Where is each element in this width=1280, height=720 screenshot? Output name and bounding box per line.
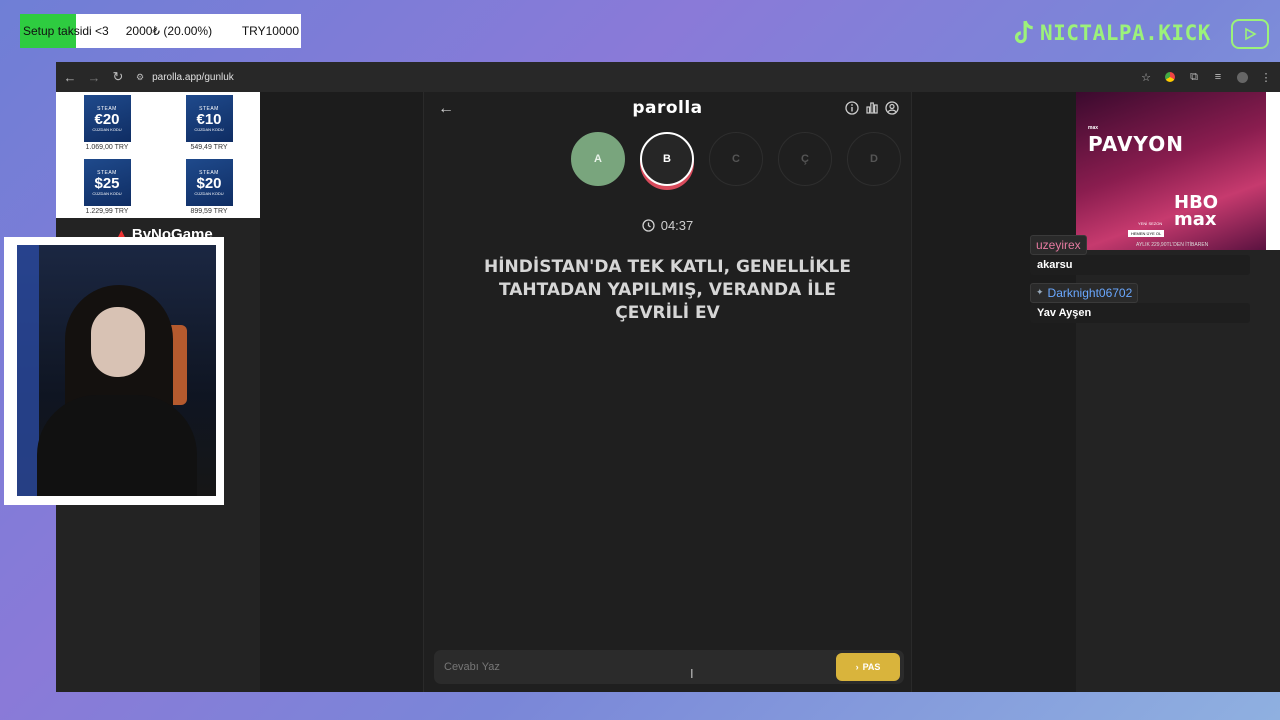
forward-icon[interactable]: → <box>82 65 106 89</box>
donation-label: Setup taksidi <3 <box>23 24 109 38</box>
letter-progress: A B C Ç D <box>571 132 901 186</box>
right-ad-column: max PAVYON YENİ SEZON HEMEN ÜYE OL HBO m… <box>1076 92 1280 692</box>
chat-text: Yav Ayşen <box>1030 302 1250 323</box>
brand-name: NICTALPA.KICK <box>1040 21 1211 45</box>
card-price: 1.229,99 TRY <box>85 208 129 215</box>
card-value: $25 <box>94 174 120 192</box>
card-caption: CÜZDAN KODU <box>194 126 224 132</box>
promo-tag: max <box>1088 125 1099 131</box>
card-caption: CÜZDAN KODU <box>194 190 224 196</box>
streamer-face <box>91 307 145 377</box>
promo-title: PAVYON <box>1088 132 1184 156</box>
chat-text: akarsu <box>1030 255 1250 275</box>
donation-goal-bar: Setup taksidi <3 2000₺ (20.00%) TRY10000 <box>20 14 301 48</box>
browser-toolbar: ← → ↻ ⚙ parolla.app/gunluk ☆ ⧉ ≡ ⋮ <box>56 62 1280 92</box>
steam-card-2[interactable]: STEAM €10 CÜZDAN KODU 549,49 TRY <box>158 92 260 154</box>
hbo-max-promo[interactable]: max PAVYON YENİ SEZON HEMEN ÜYE OL HBO m… <box>1076 92 1266 250</box>
game-title: parolla <box>632 98 703 118</box>
card-caption: CÜZDAN KODU <box>92 126 122 132</box>
stream-brand: NICTALPA.KICK <box>1010 18 1211 48</box>
donation-goal: TRY10000 <box>241 24 299 38</box>
chat-username: uzeyirex <box>1030 235 1087 255</box>
donation-amount: 2000₺ (20.00%) <box>125 24 213 38</box>
badge-icon: ✦ <box>1036 287 1044 297</box>
card-price: 1.069,00 TRY <box>85 144 129 151</box>
timer-value: 04:37 <box>660 218 694 233</box>
reload-icon[interactable]: ↻ <box>106 65 130 89</box>
extensions-puzzle-icon[interactable]: ⧉ <box>1186 69 1202 85</box>
pass-label: PAS <box>862 662 881 672</box>
chat-user-name: Darknight06702 <box>1047 285 1133 300</box>
streamer-body <box>37 395 197 496</box>
clock-icon <box>642 219 655 232</box>
steam-card-tile: STEAM €10 CÜZDAN KODU <box>185 95 233 142</box>
steam-card-tile: STEAM €20 CÜZDAN KODU <box>83 95 131 142</box>
letter-b: B <box>640 132 694 186</box>
steam-card-3[interactable]: STEAM $25 CÜZDAN KODU 1.229,99 TRY <box>56 156 158 218</box>
card-price: 549,49 TRY <box>190 144 228 151</box>
card-value: €20 <box>94 110 120 128</box>
webcam-feed <box>17 245 216 496</box>
chat-message: ✦ Darknight06702 Yav Ayşen <box>1030 282 1250 323</box>
webcam-frame <box>4 237 224 505</box>
question-text: HİNDİSTAN'DA TEK KATLI, GENELLİKLE TAHTA… <box>484 257 851 323</box>
info-icon[interactable] <box>845 101 859 115</box>
countdown-timer: 04:37 <box>424 218 911 233</box>
answer-bar: › PAS <box>434 650 904 684</box>
back-icon[interactable]: ← <box>58 65 82 89</box>
promo-side-strip <box>1266 92 1280 250</box>
youtube-icon <box>1231 19 1269 49</box>
card-value: €10 <box>196 110 222 128</box>
extension-color-icon[interactable] <box>1162 69 1178 85</box>
letter-c: C <box>709 132 763 186</box>
letter-a: A <box>571 132 625 186</box>
stats-icon[interactable] <box>865 101 879 115</box>
answer-input[interactable] <box>434 650 836 684</box>
chat-user-name: uzeyirex <box>1036 238 1081 252</box>
text-cursor-icon: I <box>690 666 694 681</box>
site-info-icon[interactable]: ⚙ <box>136 72 144 83</box>
steam-card-tile: STEAM $20 CÜZDAN KODU <box>185 159 233 206</box>
chevron-right-icon: › <box>855 662 859 672</box>
letter-c-cedilla: Ç <box>778 132 832 186</box>
account-icon[interactable] <box>885 101 899 115</box>
steam-card-1[interactable]: STEAM €20 CÜZDAN KODU 1.069,00 TRY <box>56 92 158 154</box>
card-price: 899,59 TRY <box>190 208 228 215</box>
profile-avatar-icon[interactable] <box>1234 69 1250 85</box>
browser-window: ← → ↻ ⚙ parolla.app/gunluk ☆ ⧉ ≡ ⋮ STEAM… <box>56 62 1280 692</box>
url-text: parolla.app/gunluk <box>152 71 234 83</box>
bookmark-star-icon[interactable]: ☆ <box>1138 69 1154 85</box>
letter-d: D <box>847 132 901 186</box>
steam-card-ads[interactable]: STEAM €20 CÜZDAN KODU 1.069,00 TRY STEAM… <box>56 92 260 218</box>
card-value: $20 <box>196 174 222 192</box>
chat-overlay: uzeyirex akarsu ✦ Darknight06702 Yav Ayş… <box>1030 235 1250 330</box>
tab-search-icon[interactable]: ≡ <box>1210 69 1226 85</box>
address-bar[interactable]: ⚙ parolla.app/gunluk <box>136 72 234 83</box>
card-caption: CÜZDAN KODU <box>92 190 122 196</box>
chat-message: uzeyirex akarsu <box>1030 235 1250 275</box>
pass-button[interactable]: › PAS <box>836 653 900 681</box>
background-panel <box>17 245 39 496</box>
page-content: STEAM €20 CÜZDAN KODU 1.069,00 TRY STEAM… <box>56 92 1280 692</box>
promo-subtitle: YENİ SEZON <box>1138 221 1163 226</box>
steam-card-tile: STEAM $25 CÜZDAN KODU <box>83 159 131 206</box>
menu-kebab-icon[interactable]: ⋮ <box>1258 69 1274 85</box>
parolla-game-panel: ← parolla A B C Ç D 04:37 HİNDİSTAN'DA T… <box>423 92 912 692</box>
promo-network: HBO max <box>1174 192 1219 230</box>
steam-card-4[interactable]: STEAM $20 CÜZDAN KODU 899,59 TRY <box>158 156 260 218</box>
tiktok-icon <box>1014 20 1033 44</box>
chat-username: ✦ Darknight06702 <box>1030 282 1139 303</box>
